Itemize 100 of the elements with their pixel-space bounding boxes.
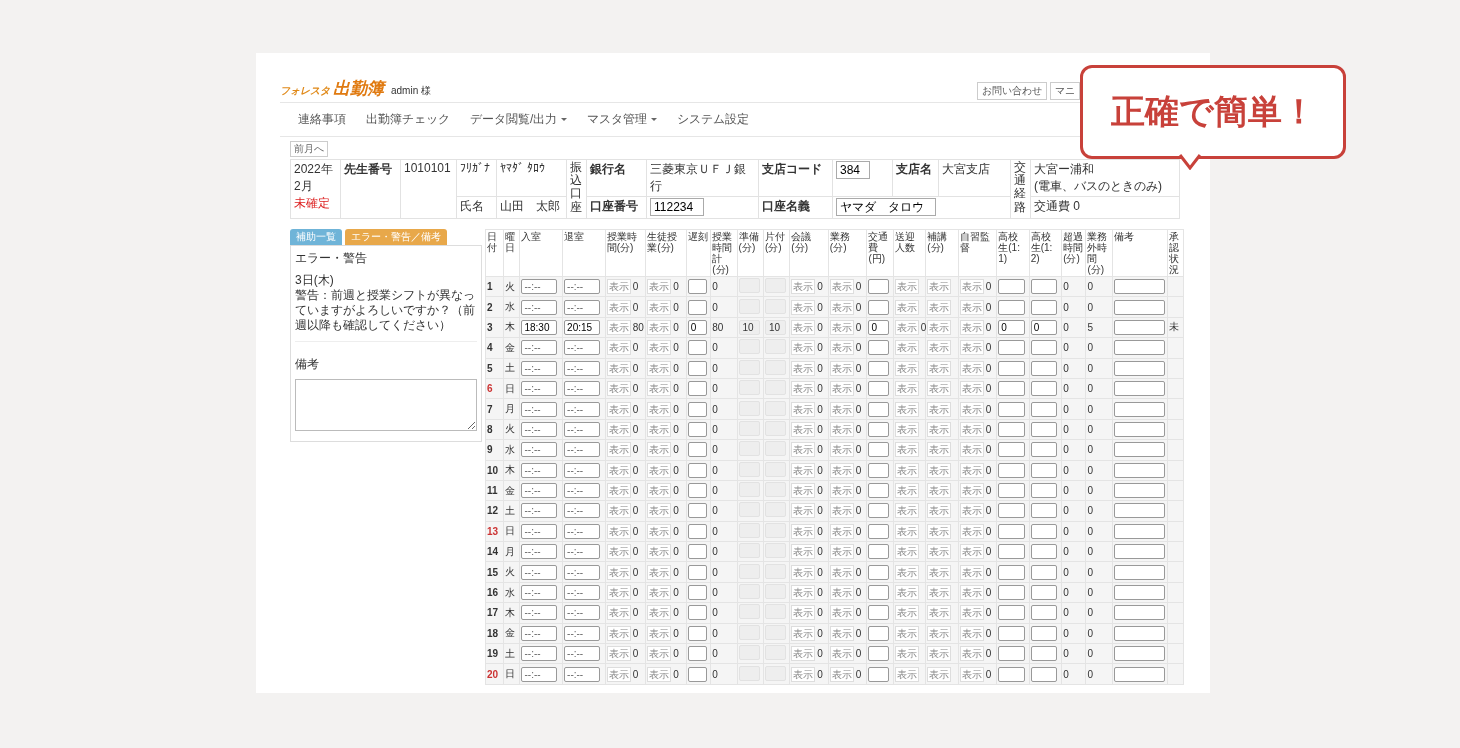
show-button[interactable]: 表示 xyxy=(894,523,919,539)
input-field[interactable] xyxy=(1030,503,1058,519)
show-button[interactable]: 表示 xyxy=(927,666,952,682)
input-field[interactable] xyxy=(998,646,1025,662)
time-field[interactable]: --:-- xyxy=(564,646,600,662)
input-field[interactable] xyxy=(868,381,890,397)
show-button[interactable]: 表示 xyxy=(647,564,672,580)
input-field[interactable] xyxy=(868,483,890,499)
input-field[interactable]: 0 xyxy=(868,319,890,335)
input-field[interactable] xyxy=(687,564,708,580)
show-button[interactable]: 表示 xyxy=(647,666,672,682)
time-field[interactable]: --:-- xyxy=(521,483,558,499)
panel-tab[interactable]: 補助一覧 xyxy=(290,229,342,245)
show-button[interactable]: 表示 xyxy=(606,605,631,621)
input-field[interactable] xyxy=(687,585,708,601)
show-button[interactable]: 表示 xyxy=(791,360,816,376)
input-field[interactable] xyxy=(868,625,890,641)
show-button[interactable]: 表示 xyxy=(647,605,672,621)
show-button[interactable]: 表示 xyxy=(894,564,919,580)
show-button[interactable]: 表示 xyxy=(647,544,672,560)
time-field[interactable]: --:-- xyxy=(521,442,558,458)
show-button[interactable]: 表示 xyxy=(829,646,854,662)
show-button[interactable]: 表示 xyxy=(791,585,816,601)
show-button[interactable]: 表示 xyxy=(894,585,919,601)
input-field[interactable] xyxy=(1030,544,1058,560)
time-field[interactable]: --:-- xyxy=(521,279,558,295)
show-button[interactable]: 表示 xyxy=(647,421,672,437)
show-button[interactable]: 表示 xyxy=(894,340,919,356)
time-field[interactable]: --:-- xyxy=(521,585,558,601)
show-button[interactable]: 表示 xyxy=(606,279,631,295)
show-button[interactable]: 表示 xyxy=(791,605,816,621)
input-field[interactable] xyxy=(687,279,708,295)
time-field[interactable]: --:-- xyxy=(564,421,600,437)
input-field[interactable] xyxy=(998,381,1025,397)
show-button[interactable]: 表示 xyxy=(647,401,672,417)
time-field[interactable]: --:-- xyxy=(521,503,558,519)
show-button[interactable]: 表示 xyxy=(927,421,952,437)
input-field[interactable] xyxy=(1030,483,1058,499)
show-button[interactable]: 表示 xyxy=(829,523,854,539)
input-field[interactable] xyxy=(998,483,1025,499)
input-field[interactable]: 0 xyxy=(1030,319,1058,335)
input-field[interactable] xyxy=(868,442,890,458)
show-button[interactable]: 表示 xyxy=(959,421,984,437)
show-button[interactable]: 表示 xyxy=(791,483,816,499)
input-field[interactable] xyxy=(868,523,890,539)
show-button[interactable]: 表示 xyxy=(894,319,919,335)
input-field[interactable] xyxy=(868,360,890,376)
show-button[interactable]: 表示 xyxy=(894,666,919,682)
show-button[interactable]: 表示 xyxy=(959,299,984,315)
show-button[interactable]: 表示 xyxy=(647,646,672,662)
show-button[interactable]: 表示 xyxy=(927,340,952,356)
show-button[interactable]: 表示 xyxy=(829,401,854,417)
show-button[interactable]: 表示 xyxy=(927,585,952,601)
input-field[interactable] xyxy=(687,421,708,437)
show-button[interactable]: 表示 xyxy=(791,544,816,560)
input-field[interactable] xyxy=(1030,421,1058,437)
input-field[interactable] xyxy=(687,442,708,458)
show-button[interactable]: 表示 xyxy=(829,421,854,437)
show-button[interactable]: 表示 xyxy=(829,442,854,458)
show-button[interactable]: 表示 xyxy=(894,279,919,295)
show-button[interactable]: 表示 xyxy=(927,462,952,478)
show-button[interactable]: 表示 xyxy=(791,279,816,295)
show-button[interactable]: 表示 xyxy=(829,360,854,376)
nav-item[interactable]: データ閲覧/出力 xyxy=(462,109,576,130)
input-field[interactable] xyxy=(1113,381,1165,397)
show-button[interactable]: 表示 xyxy=(959,544,984,560)
show-button[interactable]: 表示 xyxy=(959,279,984,295)
show-button[interactable]: 表示 xyxy=(927,646,952,662)
show-button[interactable]: 表示 xyxy=(647,279,672,295)
time-field[interactable]: --:-- xyxy=(564,605,600,621)
show-button[interactable]: 表示 xyxy=(959,401,984,417)
show-button[interactable]: 表示 xyxy=(894,483,919,499)
time-field[interactable]: --:-- xyxy=(521,401,558,417)
show-button[interactable]: 表示 xyxy=(829,585,854,601)
input-field[interactable] xyxy=(1113,340,1165,356)
input-field[interactable] xyxy=(998,401,1025,417)
show-button[interactable]: 表示 xyxy=(927,299,952,315)
time-field[interactable]: 18:30 xyxy=(521,319,558,335)
show-button[interactable]: 表示 xyxy=(927,381,952,397)
show-button[interactable]: 表示 xyxy=(927,523,952,539)
show-button[interactable]: 表示 xyxy=(927,279,952,295)
input-field[interactable] xyxy=(1030,299,1058,315)
input-field[interactable]: 0 xyxy=(998,319,1025,335)
time-field[interactable]: --:-- xyxy=(564,544,600,560)
show-button[interactable]: 表示 xyxy=(927,503,952,519)
input-field[interactable] xyxy=(998,666,1025,682)
show-button[interactable]: 表示 xyxy=(606,319,631,335)
show-button[interactable]: 表示 xyxy=(894,360,919,376)
input-field[interactable] xyxy=(1030,523,1058,539)
show-button[interactable]: 表示 xyxy=(791,299,816,315)
time-field[interactable]: --:-- xyxy=(521,523,558,539)
branch-code-field[interactable]: 384 xyxy=(836,161,870,179)
nav-item[interactable]: 連絡事項 xyxy=(290,109,354,130)
show-button[interactable]: 表示 xyxy=(647,340,672,356)
header-button[interactable]: マニ xyxy=(1050,82,1080,100)
time-field[interactable]: --:-- xyxy=(521,666,558,682)
time-field[interactable]: 20:15 xyxy=(564,319,600,335)
time-field[interactable]: --:-- xyxy=(521,421,558,437)
show-button[interactable]: 表示 xyxy=(829,279,854,295)
time-field[interactable]: --:-- xyxy=(564,401,600,417)
